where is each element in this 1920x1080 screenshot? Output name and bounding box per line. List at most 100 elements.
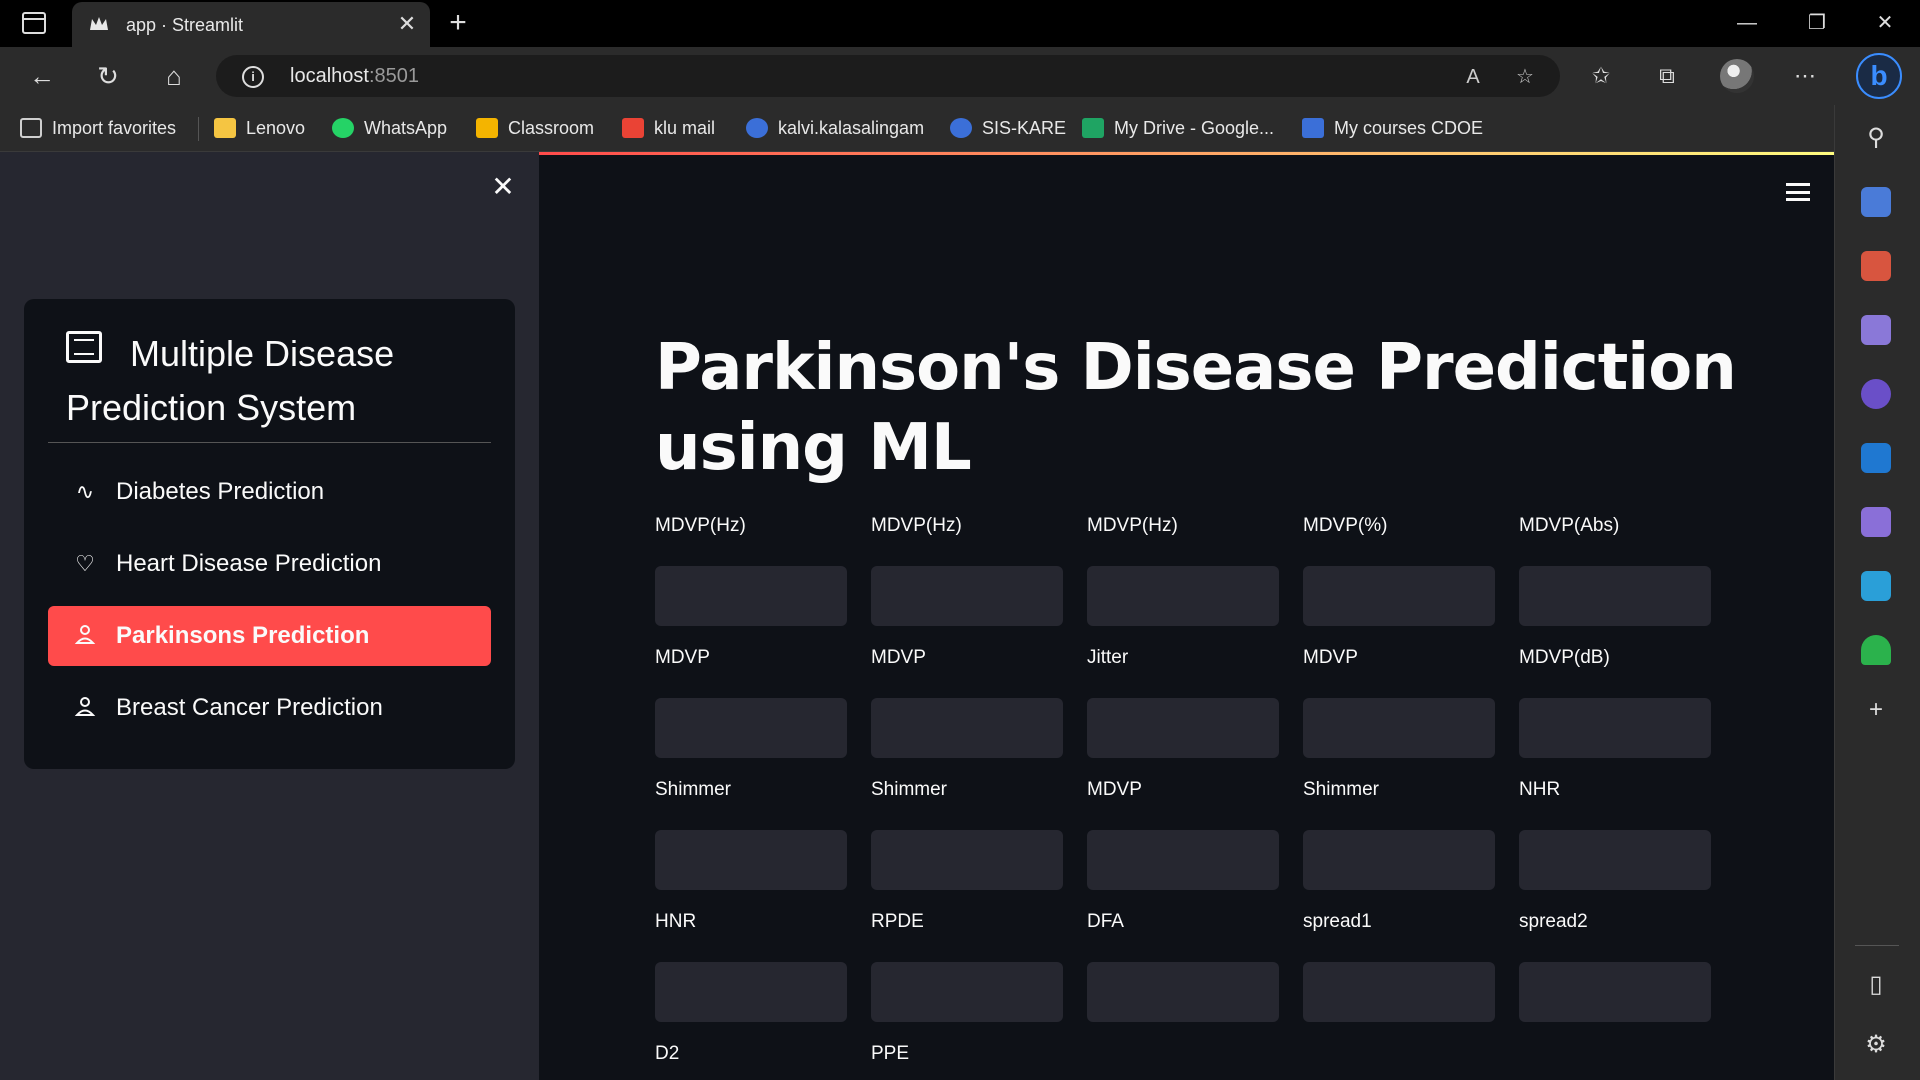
browser-tab[interactable]: app · Streamlit ✕ bbox=[72, 2, 430, 47]
field-mdvp-apq: MDVP bbox=[1087, 776, 1279, 890]
field-jitter-ddp: Jitter bbox=[1087, 644, 1279, 758]
shimmer-dda-input[interactable] bbox=[1303, 830, 1495, 890]
add-icon[interactable]: + bbox=[1861, 695, 1891, 725]
field-mdvp-flo: MDVP(Hz) bbox=[1087, 512, 1279, 626]
shopping-icon[interactable] bbox=[1861, 187, 1891, 217]
browser-toolbar: ← ↻ ⌂ i localhost:8501 A ☆ ✩ ⧉ ⋯ b bbox=[0, 47, 1920, 105]
fav-my-courses[interactable]: My courses CDOE bbox=[1302, 115, 1483, 141]
mdvp-ppq-input[interactable] bbox=[871, 698, 1063, 758]
field-mdvp-shimmer-db: MDVP(dB) bbox=[1519, 644, 1711, 758]
hnr-input[interactable] bbox=[655, 962, 847, 1022]
person-icon bbox=[72, 623, 98, 649]
mdvp-fo-input[interactable] bbox=[655, 566, 847, 626]
mdvp-flo-input[interactable] bbox=[1087, 566, 1279, 626]
main-menu-icon[interactable] bbox=[1786, 183, 1810, 201]
menu-item-diabetes[interactable]: ∿ Diabetes Prediction bbox=[48, 462, 491, 522]
field-shimmer-apq5: Shimmer bbox=[871, 776, 1063, 890]
fav-klu-mail[interactable]: klu mail bbox=[622, 115, 715, 141]
drive-icon bbox=[1082, 118, 1104, 138]
home-icon[interactable]: ⌂ bbox=[158, 60, 190, 92]
read-aloud-icon[interactable]: A bbox=[1460, 64, 1486, 90]
menu-item-breast-cancer[interactable]: Breast Cancer Prediction bbox=[48, 678, 491, 738]
activity-icon: ∿ bbox=[75, 479, 95, 504]
games-icon[interactable] bbox=[1861, 315, 1891, 345]
whatsapp-icon bbox=[332, 118, 354, 138]
fav-import-favorites[interactable]: Import favorites bbox=[20, 115, 176, 141]
tab-actions-icon[interactable] bbox=[22, 12, 46, 34]
divider bbox=[48, 442, 491, 443]
field-mdvp-jitter-percent: MDVP(%) bbox=[1303, 512, 1495, 626]
fav-classroom[interactable]: Classroom bbox=[476, 115, 594, 141]
refresh-icon[interactable]: ↻ bbox=[92, 60, 124, 92]
shimmer-apq5-input[interactable] bbox=[871, 830, 1063, 890]
menu-item-parkinsons[interactable]: Parkinsons Prediction bbox=[48, 606, 491, 666]
import-icon bbox=[20, 118, 42, 138]
folder-icon bbox=[214, 118, 236, 138]
favorites-icon[interactable]: ✩ bbox=[1586, 61, 1616, 91]
streamlit-crown-icon bbox=[90, 17, 108, 30]
address-bar[interactable]: i localhost:8501 A ☆ bbox=[216, 55, 1560, 97]
tree-icon[interactable] bbox=[1861, 635, 1891, 665]
shimmer-apq3-input[interactable] bbox=[655, 830, 847, 890]
edge-sidebar: ⚲ + ▯ ⚙ bbox=[1834, 105, 1920, 1080]
spread2-input[interactable] bbox=[1519, 962, 1711, 1022]
dfa-input[interactable] bbox=[1087, 962, 1279, 1022]
mdvp-apq-input[interactable] bbox=[1087, 830, 1279, 890]
mdvp-shimmer-input[interactable] bbox=[1303, 698, 1495, 758]
classroom-icon bbox=[476, 118, 498, 138]
designer-icon[interactable] bbox=[1861, 507, 1891, 537]
copilot-apps-icon[interactable] bbox=[1861, 379, 1891, 409]
menu-item-heart[interactable]: ♡ Heart Disease Prediction bbox=[48, 534, 491, 594]
favorites-bar: Import favorites Lenovo WhatsApp Classro… bbox=[0, 105, 1834, 152]
minimize-icon[interactable]: — bbox=[1732, 10, 1762, 36]
site-info-icon[interactable]: i bbox=[242, 66, 264, 88]
url-text: localhost:8501 bbox=[290, 65, 419, 87]
outlook-icon[interactable] bbox=[1861, 443, 1891, 473]
spread1-input[interactable] bbox=[1303, 962, 1495, 1022]
close-sidebar-icon[interactable]: ✕ bbox=[488, 172, 518, 202]
tools-icon[interactable] bbox=[1861, 251, 1891, 281]
heart-icon: ♡ bbox=[75, 551, 95, 576]
send-icon[interactable] bbox=[1861, 571, 1891, 601]
person-icon bbox=[72, 695, 98, 721]
jitter-ddp-input[interactable] bbox=[1087, 698, 1279, 758]
window-close-icon[interactable]: ✕ bbox=[1870, 10, 1900, 36]
browser-titlebar: app · Streamlit ✕ + — ❐ ✕ bbox=[0, 0, 1920, 47]
mdvp-rap-input[interactable] bbox=[655, 698, 847, 758]
mdvp-jitter-abs-input[interactable] bbox=[1519, 566, 1711, 626]
mdvp-fhi-input[interactable] bbox=[871, 566, 1063, 626]
copilot-icon[interactable]: b bbox=[1856, 53, 1902, 99]
field-ppe: PPE bbox=[871, 1043, 910, 1064]
tab-title: app · Streamlit bbox=[126, 15, 244, 35]
field-spread2: spread2 bbox=[1519, 908, 1711, 1022]
search-icon[interactable]: ⚲ bbox=[1861, 123, 1891, 153]
option-menu: Multiple Disease Prediction System ∿ Dia… bbox=[24, 299, 515, 769]
fav-whatsapp[interactable]: WhatsApp bbox=[332, 115, 447, 141]
profile-avatar[interactable] bbox=[1720, 59, 1754, 93]
tab-close-icon[interactable]: ✕ bbox=[394, 11, 420, 37]
decoration-bar bbox=[539, 152, 1834, 155]
settings-icon[interactable]: ⚙ bbox=[1861, 1030, 1891, 1060]
nhr-input[interactable] bbox=[1519, 830, 1711, 890]
mdvp-shimmer-db-input[interactable] bbox=[1519, 698, 1711, 758]
field-mdvp-jitter-abs: MDVP(Abs) bbox=[1519, 512, 1711, 626]
field-rpde: RPDE bbox=[871, 908, 1063, 1022]
more-options-icon[interactable]: ⋯ bbox=[1790, 61, 1820, 91]
fav-lenovo[interactable]: Lenovo bbox=[214, 115, 305, 141]
collections-icon[interactable]: ⧉ bbox=[1652, 61, 1682, 91]
add-favorite-icon[interactable]: ☆ bbox=[1512, 64, 1538, 90]
new-tab-icon[interactable]: + bbox=[444, 8, 472, 38]
back-icon[interactable]: ← bbox=[26, 60, 58, 92]
fav-kalvi[interactable]: kalvi.kalasalingam bbox=[746, 115, 924, 141]
fav-sis-kare[interactable]: SIS-KARE bbox=[950, 115, 1066, 141]
divider bbox=[198, 117, 199, 141]
fav-my-drive[interactable]: My Drive - Google... bbox=[1082, 115, 1274, 141]
rpde-input[interactable] bbox=[871, 962, 1063, 1022]
field-mdvp-fhi: MDVP(Hz) bbox=[871, 512, 1063, 626]
sidebar-toggle-icon[interactable]: ▯ bbox=[1861, 970, 1891, 1000]
restore-icon[interactable]: ❐ bbox=[1802, 10, 1832, 36]
menu-item-label: Parkinsons Prediction bbox=[116, 622, 370, 649]
page-title: Parkinson's Disease Prediction using ML bbox=[655, 331, 1737, 485]
field-hnr: HNR bbox=[655, 908, 847, 1022]
mdvp-jitter-percent-input[interactable] bbox=[1303, 566, 1495, 626]
